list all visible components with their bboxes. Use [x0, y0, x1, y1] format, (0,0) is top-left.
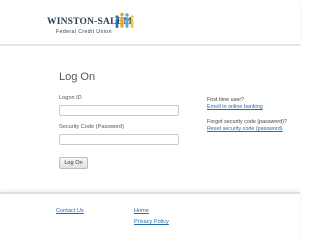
security-code-label: Security Code (Password) — [59, 124, 124, 130]
forgot-password-label: Forgot security code (password)? — [207, 119, 287, 125]
enroll-link[interactable]: Enroll in online banking — [207, 104, 263, 110]
reset-password-link[interactable]: Reset security code (password) — [207, 126, 283, 132]
logo-name-line2: Federal Credit Union — [56, 29, 112, 35]
log-on-button[interactable]: Log On — [59, 157, 88, 169]
contact-us-link[interactable]: Contact Us — [56, 208, 84, 214]
logon-id-input[interactable] — [59, 105, 179, 116]
privacy-policy-link[interactable]: Privacy Policy — [134, 219, 169, 225]
logon-id-label: Logon ID — [59, 95, 82, 101]
page-title: Log On — [59, 71, 96, 83]
security-code-input[interactable] — [59, 134, 179, 145]
footer: Contact Us Home Privacy Policy — [0, 192, 300, 245]
first-time-user-label: First time user? — [207, 97, 245, 103]
header: WINSTON-SALEM Federal Credit Union — [0, 0, 300, 46]
login-panel: Log On Logon ID Security Code (Password)… — [0, 46, 300, 192]
credit-union-logo[interactable]: WINSTON-SALEM Federal Credit Union — [47, 11, 137, 41]
home-link[interactable]: Home — [134, 208, 149, 214]
people-logo-icon — [115, 12, 134, 28]
